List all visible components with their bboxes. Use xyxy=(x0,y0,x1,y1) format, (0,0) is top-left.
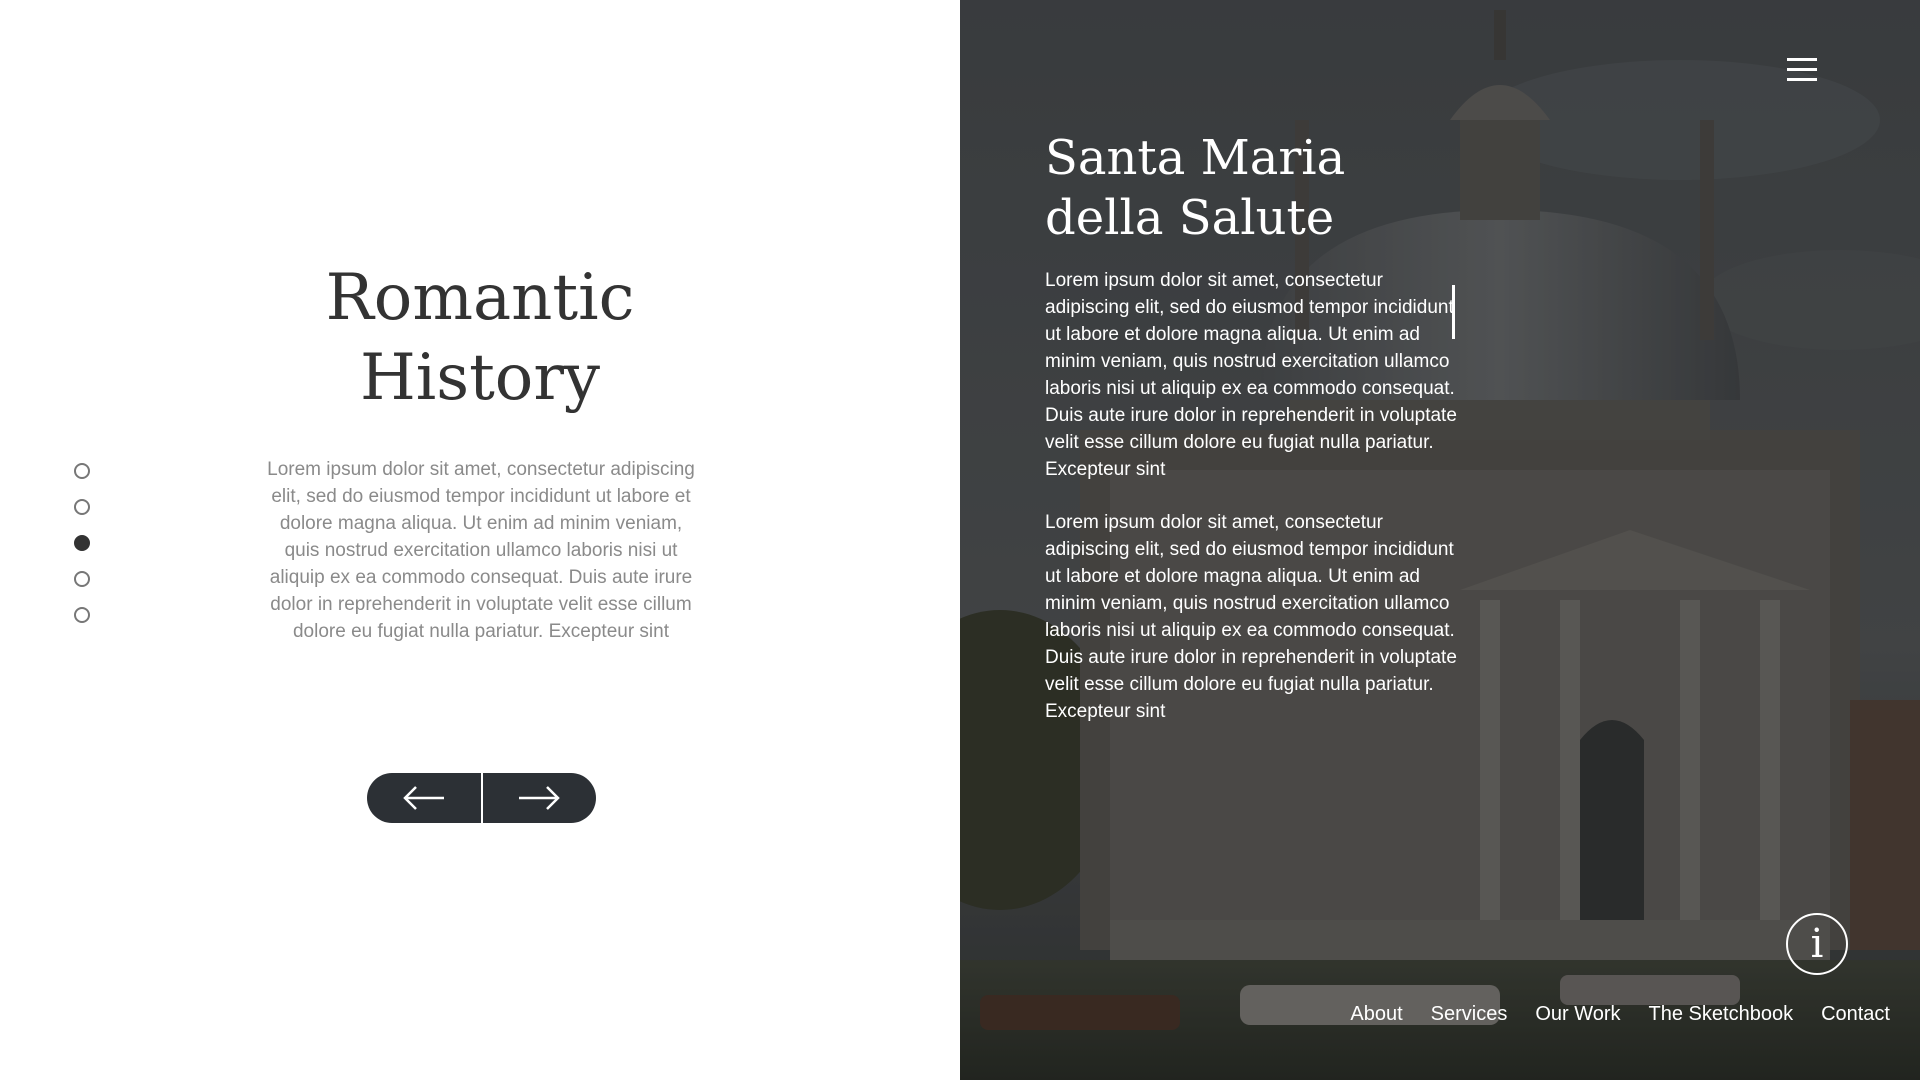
footer-link-services[interactable]: Services xyxy=(1431,1003,1508,1026)
footer-link-contact[interactable]: Contact xyxy=(1821,1003,1890,1026)
info-button[interactable]: i xyxy=(1786,913,1848,975)
arrow-right-icon xyxy=(519,786,561,810)
section-title-line1: Romantic xyxy=(325,261,635,335)
arrow-left-icon xyxy=(402,786,444,810)
feature-title: Santa Maria della Salute xyxy=(1045,128,1445,248)
slide-pagination xyxy=(74,463,90,643)
footer-nav: About Services Our Work The Sketchbook C… xyxy=(1350,1003,1890,1026)
section-title-line2: History xyxy=(359,341,601,415)
slide-nav-arrows xyxy=(367,773,596,823)
pagination-dot[interactable] xyxy=(74,499,90,515)
right-panel: Santa Maria della Salute Lorem ipsum dol… xyxy=(960,0,1920,1080)
footer-link-about[interactable]: About xyxy=(1350,1003,1402,1026)
text-scrollbar[interactable] xyxy=(1452,285,1455,339)
feature-paragraph: Lorem ipsum dolor sit amet, consectetur … xyxy=(1045,270,1457,480)
pagination-dot-active[interactable] xyxy=(74,535,90,551)
section-title: Romantic History xyxy=(240,258,720,418)
next-button[interactable] xyxy=(480,773,597,823)
section-description: Lorem ipsum dolor sit amet, consectetur … xyxy=(267,459,695,642)
footer-link-sketchbook[interactable]: The Sketchbook xyxy=(1649,1003,1794,1026)
pagination-dot[interactable] xyxy=(74,463,90,479)
pagination-dot[interactable] xyxy=(74,607,90,623)
hamburger-menu-icon[interactable] xyxy=(1787,58,1819,88)
page: Romantic History Lorem ipsum dolor sit a… xyxy=(0,0,1920,1080)
info-icon: i xyxy=(1810,921,1824,967)
feature-title-line1: Santa Maria xyxy=(1045,130,1346,186)
previous-button[interactable] xyxy=(367,773,481,823)
left-panel: Romantic History Lorem ipsum dolor sit a… xyxy=(0,0,960,1080)
pagination-dot[interactable] xyxy=(74,571,90,587)
footer-link-our-work[interactable]: Our Work xyxy=(1535,1003,1620,1026)
feature-title-line2: della Salute xyxy=(1045,190,1335,246)
feature-paragraph: Lorem ipsum dolor sit amet, consectetur … xyxy=(1045,512,1457,722)
